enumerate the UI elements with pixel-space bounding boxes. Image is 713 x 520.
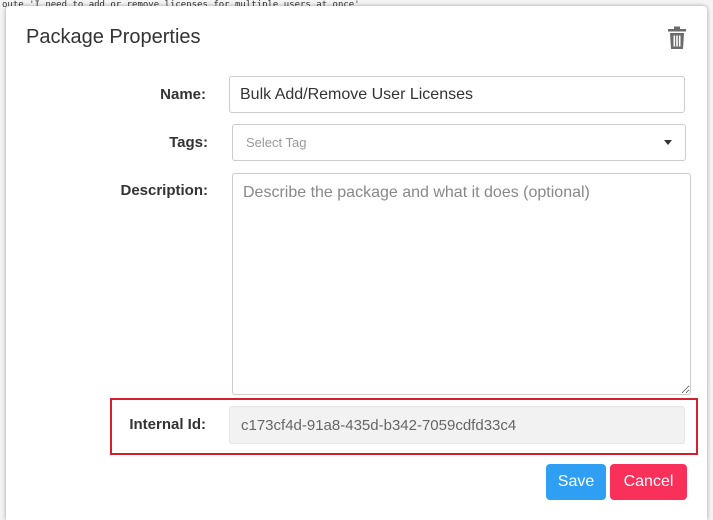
package-properties-dialog: Package Properties Name: Tags: Select Ta… [6,6,707,520]
name-input[interactable] [229,76,685,113]
cancel-button[interactable]: Cancel [610,464,687,500]
internal-id-field: c173cf4d-91a8-435d-b342-7059cdfd33c4 [229,406,685,444]
internal-id-label: Internal Id: [129,416,206,433]
chevron-down-icon [664,140,672,145]
name-label: Name: [160,86,206,103]
trash-icon[interactable] [666,26,688,50]
tags-select[interactable]: Select Tag [232,124,686,161]
save-button[interactable]: Save [546,464,606,500]
description-label: Description: [120,182,208,199]
dialog-title: Package Properties [26,26,201,48]
tags-label: Tags: [169,134,208,151]
tags-placeholder: Select Tag [246,135,307,150]
description-textarea[interactable] [232,173,691,395]
